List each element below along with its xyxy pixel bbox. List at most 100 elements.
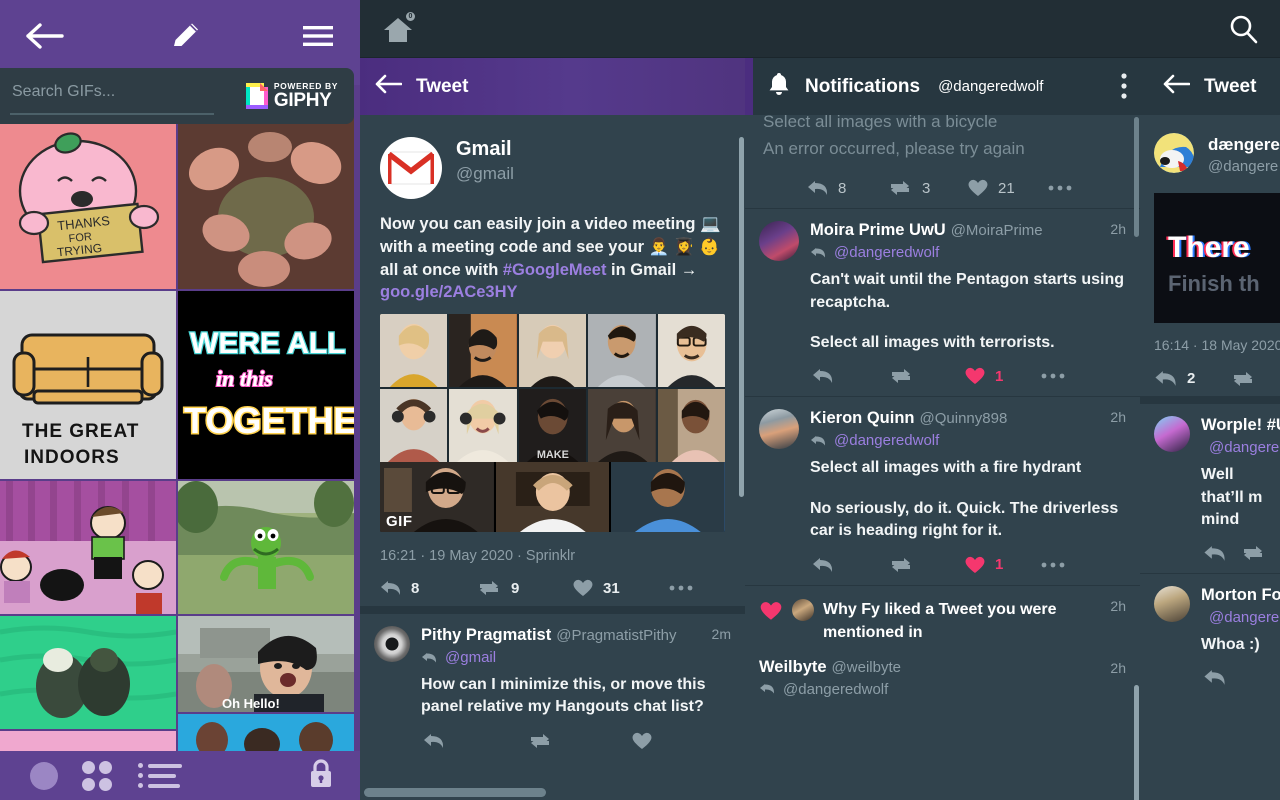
- scrollbar-horizontal[interactable]: [364, 788, 546, 797]
- divider: [360, 606, 745, 615]
- tweet-author-handle[interactable]: @gmail: [456, 164, 514, 184]
- gif-thumbnail[interactable]: [0, 731, 176, 751]
- like-button[interactable]: [631, 731, 653, 751]
- notification-author-name[interactable]: Weilbyte: [759, 658, 827, 676]
- giphy-powered-by-label: POWERED BY: [273, 80, 338, 91]
- tweet-author-handle[interactable]: @dangere: [1208, 158, 1280, 175]
- notification-author-handle[interactable]: @Quinny898: [920, 410, 1008, 427]
- notification-author-name[interactable]: Moira Prime UwU: [810, 221, 946, 239]
- reply-item[interactable]: Worple! #UN @dangere Well that’ll m mind: [1140, 404, 1280, 572]
- tweet-author-name[interactable]: dængere: [1208, 135, 1280, 155]
- gif-thumbnail[interactable]: THE GREAT INDOORS: [0, 291, 176, 480]
- more-dots-icon[interactable]: [1040, 561, 1066, 569]
- gif-thumbnail[interactable]: [0, 615, 176, 730]
- tweet-detail-body[interactable]: Gmail @gmail Now you can easily join a v…: [360, 115, 745, 800]
- pencil-icon[interactable]: [158, 8, 214, 64]
- more-dots-icon[interactable]: [1040, 372, 1066, 380]
- lock-icon[interactable]: [308, 758, 334, 793]
- reply-item[interactable]: 2m Pithy Pragmatist @PragmatistPithy @gma…: [360, 614, 745, 761]
- reply-to-handle[interactable]: @dangeredwolf: [783, 681, 888, 698]
- tweet-media[interactable]: There Finish th: [1154, 193, 1280, 324]
- reply-button[interactable]: 2: [1154, 369, 1230, 388]
- back-icon[interactable]: [374, 73, 403, 100]
- avatar[interactable]: [792, 598, 814, 621]
- reply-button[interactable]: [812, 556, 888, 574]
- retweet-button[interactable]: [1240, 544, 1266, 562]
- gif-thumbnail[interactable]: THANKS FOR TRYING: [0, 113, 176, 290]
- notification-author-handle[interactable]: @MoiraPrime: [951, 222, 1043, 239]
- list-view-icon[interactable]: [138, 763, 182, 788]
- grid-view-icon[interactable]: [82, 760, 112, 791]
- tweet-detail-2-body[interactable]: dængere @dangere There Finish th 16:14 ·…: [1140, 115, 1280, 800]
- back-icon[interactable]: [16, 8, 72, 64]
- like-button[interactable]: 1: [964, 555, 1040, 575]
- retweet-button[interactable]: [888, 556, 964, 574]
- retweet-button[interactable]: [888, 367, 964, 385]
- retweet-button[interactable]: 3: [887, 179, 967, 197]
- home-icon[interactable]: 0: [380, 10, 417, 48]
- avatar[interactable]: [1154, 133, 1194, 173]
- like-button[interactable]: 21: [967, 178, 1047, 198]
- reply-button[interactable]: 8: [380, 579, 476, 597]
- search-input[interactable]: [10, 77, 214, 115]
- gif-thumbnail[interactable]: WERE ALL in this TOGETHER: [178, 291, 354, 480]
- clipped-tweet[interactable]: Select all images with a bicycle An erro…: [745, 115, 1140, 208]
- reply-button[interactable]: [1203, 544, 1240, 563]
- reply-author-name[interactable]: Worple! #UN: [1201, 416, 1280, 435]
- avatar[interactable]: [380, 137, 442, 199]
- more-vertical-icon[interactable]: [1120, 72, 1128, 105]
- gif-thumbnail[interactable]: Oh Hello!: [178, 615, 354, 712]
- reply-button[interactable]: [423, 732, 527, 750]
- reply-author-name[interactable]: Morton Fox: [1201, 586, 1280, 605]
- hashtag-googlemeet[interactable]: #GoogleMeet: [503, 261, 607, 279]
- hamburger-menu-icon[interactable]: [290, 8, 346, 64]
- avatar[interactable]: [1154, 416, 1190, 453]
- retweet-count: 3: [922, 179, 931, 197]
- reply-to-handle[interactable]: @dangere: [1209, 609, 1279, 626]
- like-button[interactable]: 1: [964, 366, 1040, 386]
- like-button[interactable]: 31: [572, 578, 668, 598]
- reply-author-handle[interactable]: @PragmatistPithy: [556, 627, 676, 644]
- retweet-button[interactable]: 9: [476, 579, 572, 597]
- gif-thumbnail[interactable]: [0, 481, 176, 614]
- scrollbar-vertical[interactable]: [739, 137, 744, 497]
- record-circle-icon[interactable]: [30, 761, 58, 790]
- notification-text: Select all images with a fire hydrant No…: [810, 457, 1126, 542]
- reply-to-handle[interactable]: @dangeredwolf: [834, 432, 939, 449]
- notification-item[interactable]: 2h Kieron Quinn @Quinny898 @dangeredwolf: [745, 397, 1140, 584]
- notification-item[interactable]: 2h Weilbyte @weilbyte @dangeredwolf: [745, 654, 1140, 708]
- retweet-button[interactable]: [527, 732, 631, 750]
- reply-to-handle[interactable]: @gmail: [445, 649, 496, 666]
- tweet-link[interactable]: goo.gle/2ACe3HY: [380, 283, 518, 301]
- gif-thumbnail[interactable]: [178, 481, 354, 614]
- like-notification-item[interactable]: 2h Why Fy liked a Tweet you were mention…: [745, 586, 1140, 654]
- reply-to-handle[interactable]: @dangeredwolf: [834, 244, 939, 261]
- avatar[interactable]: [759, 221, 799, 262]
- tweet-author-name[interactable]: Gmail: [456, 137, 514, 161]
- gif-results-grid[interactable]: THANKS FOR TRYING THE GREAT INDOORS WERE…: [0, 113, 354, 751]
- reply-to-handle[interactable]: @dangere: [1209, 439, 1279, 456]
- search-icon[interactable]: [1226, 12, 1262, 48]
- back-icon[interactable]: [1162, 73, 1191, 100]
- gif-thumbnail[interactable]: [178, 113, 354, 290]
- avatar[interactable]: [1154, 585, 1190, 622]
- like-count: 1: [995, 367, 1004, 385]
- giphy-brand-label: GIPHY: [273, 90, 332, 112]
- notification-author-name[interactable]: Kieron Quinn: [810, 409, 915, 427]
- more-dots-icon[interactable]: [1047, 184, 1073, 192]
- notification-item[interactable]: 2h Moira Prime UwU @MoiraPrime @dangeredw…: [745, 209, 1140, 396]
- avatar[interactable]: [374, 626, 410, 663]
- reply-button[interactable]: [812, 367, 888, 385]
- reply-item[interactable]: Morton Fox @dangere Whoa :): [1140, 574, 1280, 697]
- retweet-button[interactable]: [1230, 370, 1256, 388]
- gif-thumbnail[interactable]: [178, 713, 354, 751]
- reply-button[interactable]: [1203, 668, 1266, 687]
- avatar[interactable]: [759, 409, 799, 450]
- tweet-media[interactable]: MAKE GIF: [380, 314, 725, 533]
- reply-author-name[interactable]: Pithy Pragmatist: [421, 626, 551, 644]
- notification-author-handle[interactable]: @weilbyte: [832, 659, 901, 676]
- reply-button[interactable]: 8: [807, 179, 887, 197]
- notification-timestamp: 2h: [1110, 597, 1126, 614]
- more-dots-icon[interactable]: [668, 584, 694, 592]
- notifications-body[interactable]: Select all images with a bicycle An erro…: [745, 115, 1140, 800]
